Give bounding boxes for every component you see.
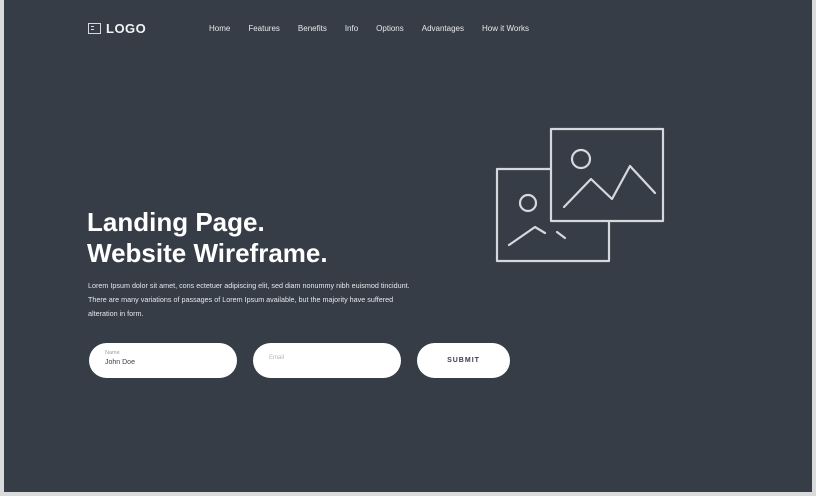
nav-item-options[interactable]: Options — [376, 24, 404, 33]
submit-button[interactable]: SUBMIT — [417, 343, 510, 378]
front-image-frame — [549, 127, 665, 223]
back-image-sun-icon — [518, 193, 538, 213]
name-field[interactable]: Name John Doe — [89, 343, 237, 378]
navbar: LOGO Home Features Benefits Info Options… — [4, 0, 812, 60]
name-field-label: Name — [105, 350, 120, 356]
logo-icon — [88, 23, 101, 34]
hero-title-line-2: Website Wireframe. — [87, 238, 328, 268]
back-image-mountain-detail-icon — [555, 230, 567, 240]
nav-item-home[interactable]: Home — [209, 24, 230, 33]
back-image-mountain-icon — [507, 225, 547, 247]
name-field-value: John Doe — [105, 359, 135, 366]
primary-navigation: Home Features Benefits Info Options Adva… — [209, 24, 547, 33]
hero-description: Lorem Ipsum dolor sit amet, cons ectetue… — [88, 281, 410, 318]
hero-title: Landing Page. Website Wireframe. — [87, 207, 447, 269]
nav-item-how-it-works[interactable]: How it Works — [482, 24, 529, 33]
landing-page-frame: LOGO Home Features Benefits Info Options… — [4, 0, 812, 492]
nav-item-features[interactable]: Features — [248, 24, 280, 33]
email-field-placeholder: Email — [269, 355, 285, 361]
signup-form: Name John Doe Email SUBMIT — [89, 343, 510, 378]
logo[interactable]: LOGO — [88, 21, 146, 36]
logo-text: LOGO — [106, 21, 147, 36]
email-field[interactable]: Email — [253, 343, 401, 378]
image-gallery-icon — [495, 127, 665, 263]
nav-item-info[interactable]: Info — [345, 24, 358, 33]
nav-item-advantages[interactable]: Advantages — [422, 24, 464, 33]
nav-item-benefits[interactable]: Benefits — [298, 24, 327, 33]
hero-title-line-1: Landing Page. — [87, 207, 265, 237]
